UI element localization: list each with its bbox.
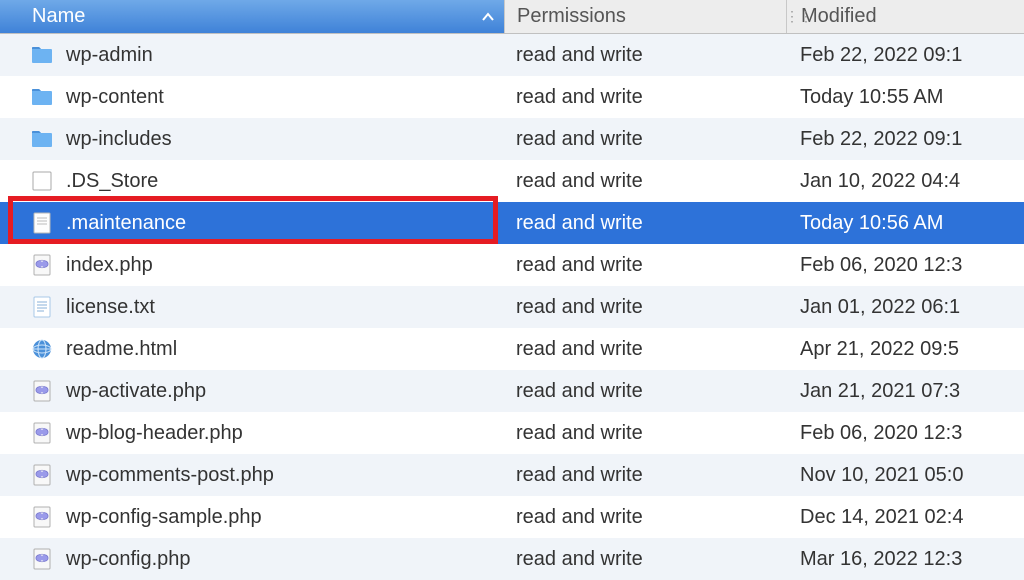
cell-name: readme.html xyxy=(0,337,504,361)
file-name: wp-config.php xyxy=(66,548,191,571)
table-row[interactable]: wp-content read and writeToday 10:55 AM xyxy=(0,76,1024,118)
cell-name: wp-comments-post.php xyxy=(0,463,504,487)
table-row[interactable]: wp-admin read and writeFeb 22, 2022 09:1 xyxy=(0,34,1024,76)
table-row[interactable]: wp-config-sample.php read and writeDec 14… xyxy=(0,496,1024,538)
cell-modified: Mar 16, 2022 12:3 xyxy=(786,548,1024,571)
cell-name: index.php xyxy=(0,253,504,277)
folder-icon xyxy=(30,127,54,151)
cell-name: wp-activate.php xyxy=(0,379,504,403)
file-php-icon xyxy=(30,463,54,487)
cell-modified: Feb 22, 2022 09:1 xyxy=(786,44,1024,67)
sort-ascending-icon xyxy=(482,12,494,22)
table-row[interactable]: wp-activate.php read and writeJan 21, 202… xyxy=(0,370,1024,412)
file-html-icon xyxy=(30,337,54,361)
cell-permissions: read and write xyxy=(504,380,786,403)
file-php-icon xyxy=(30,505,54,529)
cell-name: wp-content xyxy=(0,85,504,109)
file-php-icon xyxy=(30,547,54,571)
file-name: wp-blog-header.php xyxy=(66,422,243,445)
cell-name: wp-blog-header.php xyxy=(0,421,504,445)
file-name: wp-comments-post.php xyxy=(66,464,274,487)
file-php-icon xyxy=(30,421,54,445)
column-grip-icon: ⋮⋮ xyxy=(785,8,813,25)
file-list: wp-adminread and writeFeb 22, 2022 09:1w… xyxy=(0,34,1024,580)
cell-name: wp-includes xyxy=(0,127,504,151)
cell-modified: Today 10:56 AM xyxy=(786,212,1024,235)
file-name: license.txt xyxy=(66,296,155,319)
cell-permissions: read and write xyxy=(504,422,786,445)
file-php-icon xyxy=(30,379,54,403)
cell-permissions: read and write xyxy=(504,296,786,319)
folder-icon xyxy=(30,85,54,109)
column-header-row: Name Permissions ⋮⋮ Modified xyxy=(0,0,1024,34)
file-name: .DS_Store xyxy=(66,170,158,193)
cell-modified: Apr 21, 2022 09:5 xyxy=(786,338,1024,361)
file-name: readme.html xyxy=(66,338,177,361)
cell-permissions: read and write xyxy=(504,170,786,193)
cell-name: license.txt xyxy=(0,295,504,319)
cell-modified: Jan 01, 2022 06:1 xyxy=(786,296,1024,319)
cell-modified: Jan 21, 2021 07:3 xyxy=(786,380,1024,403)
file-name: wp-admin xyxy=(66,44,153,67)
cell-name: wp-config.php xyxy=(0,547,504,571)
cell-permissions: read and write xyxy=(504,464,786,487)
table-row[interactable]: license.txt read and writeJan 01, 2022 06… xyxy=(0,286,1024,328)
cell-modified: Today 10:55 AM xyxy=(786,86,1024,109)
table-row[interactable]: readme.html read and writeApr 21, 2022 09… xyxy=(0,328,1024,370)
table-row[interactable]: .DS_Store read and writeJan 10, 2022 04:4 xyxy=(0,160,1024,202)
file-txt-icon xyxy=(30,295,54,319)
file-name: wp-includes xyxy=(66,128,172,151)
cell-modified: Nov 10, 2021 05:0 xyxy=(786,464,1024,487)
cell-permissions: read and write xyxy=(504,128,786,151)
column-header-name-label: Name xyxy=(32,5,85,28)
cell-name: .maintenance xyxy=(0,211,504,235)
file-doc-icon xyxy=(30,211,54,235)
table-row[interactable]: index.php read and writeFeb 06, 2020 12:3 xyxy=(0,244,1024,286)
cell-name: .DS_Store xyxy=(0,169,504,193)
file-name: .maintenance xyxy=(66,212,186,235)
file-name: index.php xyxy=(66,254,153,277)
cell-modified: Dec 14, 2021 02:4 xyxy=(786,506,1024,529)
file-php-icon xyxy=(30,253,54,277)
file-name: wp-config-sample.php xyxy=(66,506,262,529)
table-row[interactable]: wp-comments-post.php read and writeNov 10… xyxy=(0,454,1024,496)
file-blank-icon xyxy=(30,169,54,193)
cell-modified: Feb 06, 2020 12:3 xyxy=(786,254,1024,277)
cell-permissions: read and write xyxy=(504,212,786,235)
column-header-modified[interactable]: ⋮⋮ Modified xyxy=(786,0,1024,33)
table-row[interactable]: wp-includes read and writeFeb 22, 2022 09… xyxy=(0,118,1024,160)
cell-name: wp-admin xyxy=(0,43,504,67)
cell-permissions: read and write xyxy=(504,86,786,109)
cell-permissions: read and write xyxy=(504,44,786,67)
table-row[interactable]: wp-config.php read and writeMar 16, 2022 … xyxy=(0,538,1024,580)
cell-modified: Jan 10, 2022 04:4 xyxy=(786,170,1024,193)
cell-modified: Feb 22, 2022 09:1 xyxy=(786,128,1024,151)
file-name: wp-activate.php xyxy=(66,380,206,403)
cell-permissions: read and write xyxy=(504,548,786,571)
file-name: wp-content xyxy=(66,86,164,109)
table-row[interactable]: wp-blog-header.php read and writeFeb 06, … xyxy=(0,412,1024,454)
column-header-permissions-label: Permissions xyxy=(517,5,626,28)
cell-permissions: read and write xyxy=(504,338,786,361)
column-header-permissions[interactable]: Permissions xyxy=(504,0,786,33)
cell-permissions: read and write xyxy=(504,506,786,529)
cell-name: wp-config-sample.php xyxy=(0,505,504,529)
cell-permissions: read and write xyxy=(504,254,786,277)
table-row[interactable]: .maintenance read and writeToday 10:56 AM xyxy=(0,202,1024,244)
cell-modified: Feb 06, 2020 12:3 xyxy=(786,422,1024,445)
column-header-name[interactable]: Name xyxy=(0,5,504,28)
folder-icon xyxy=(30,43,54,67)
